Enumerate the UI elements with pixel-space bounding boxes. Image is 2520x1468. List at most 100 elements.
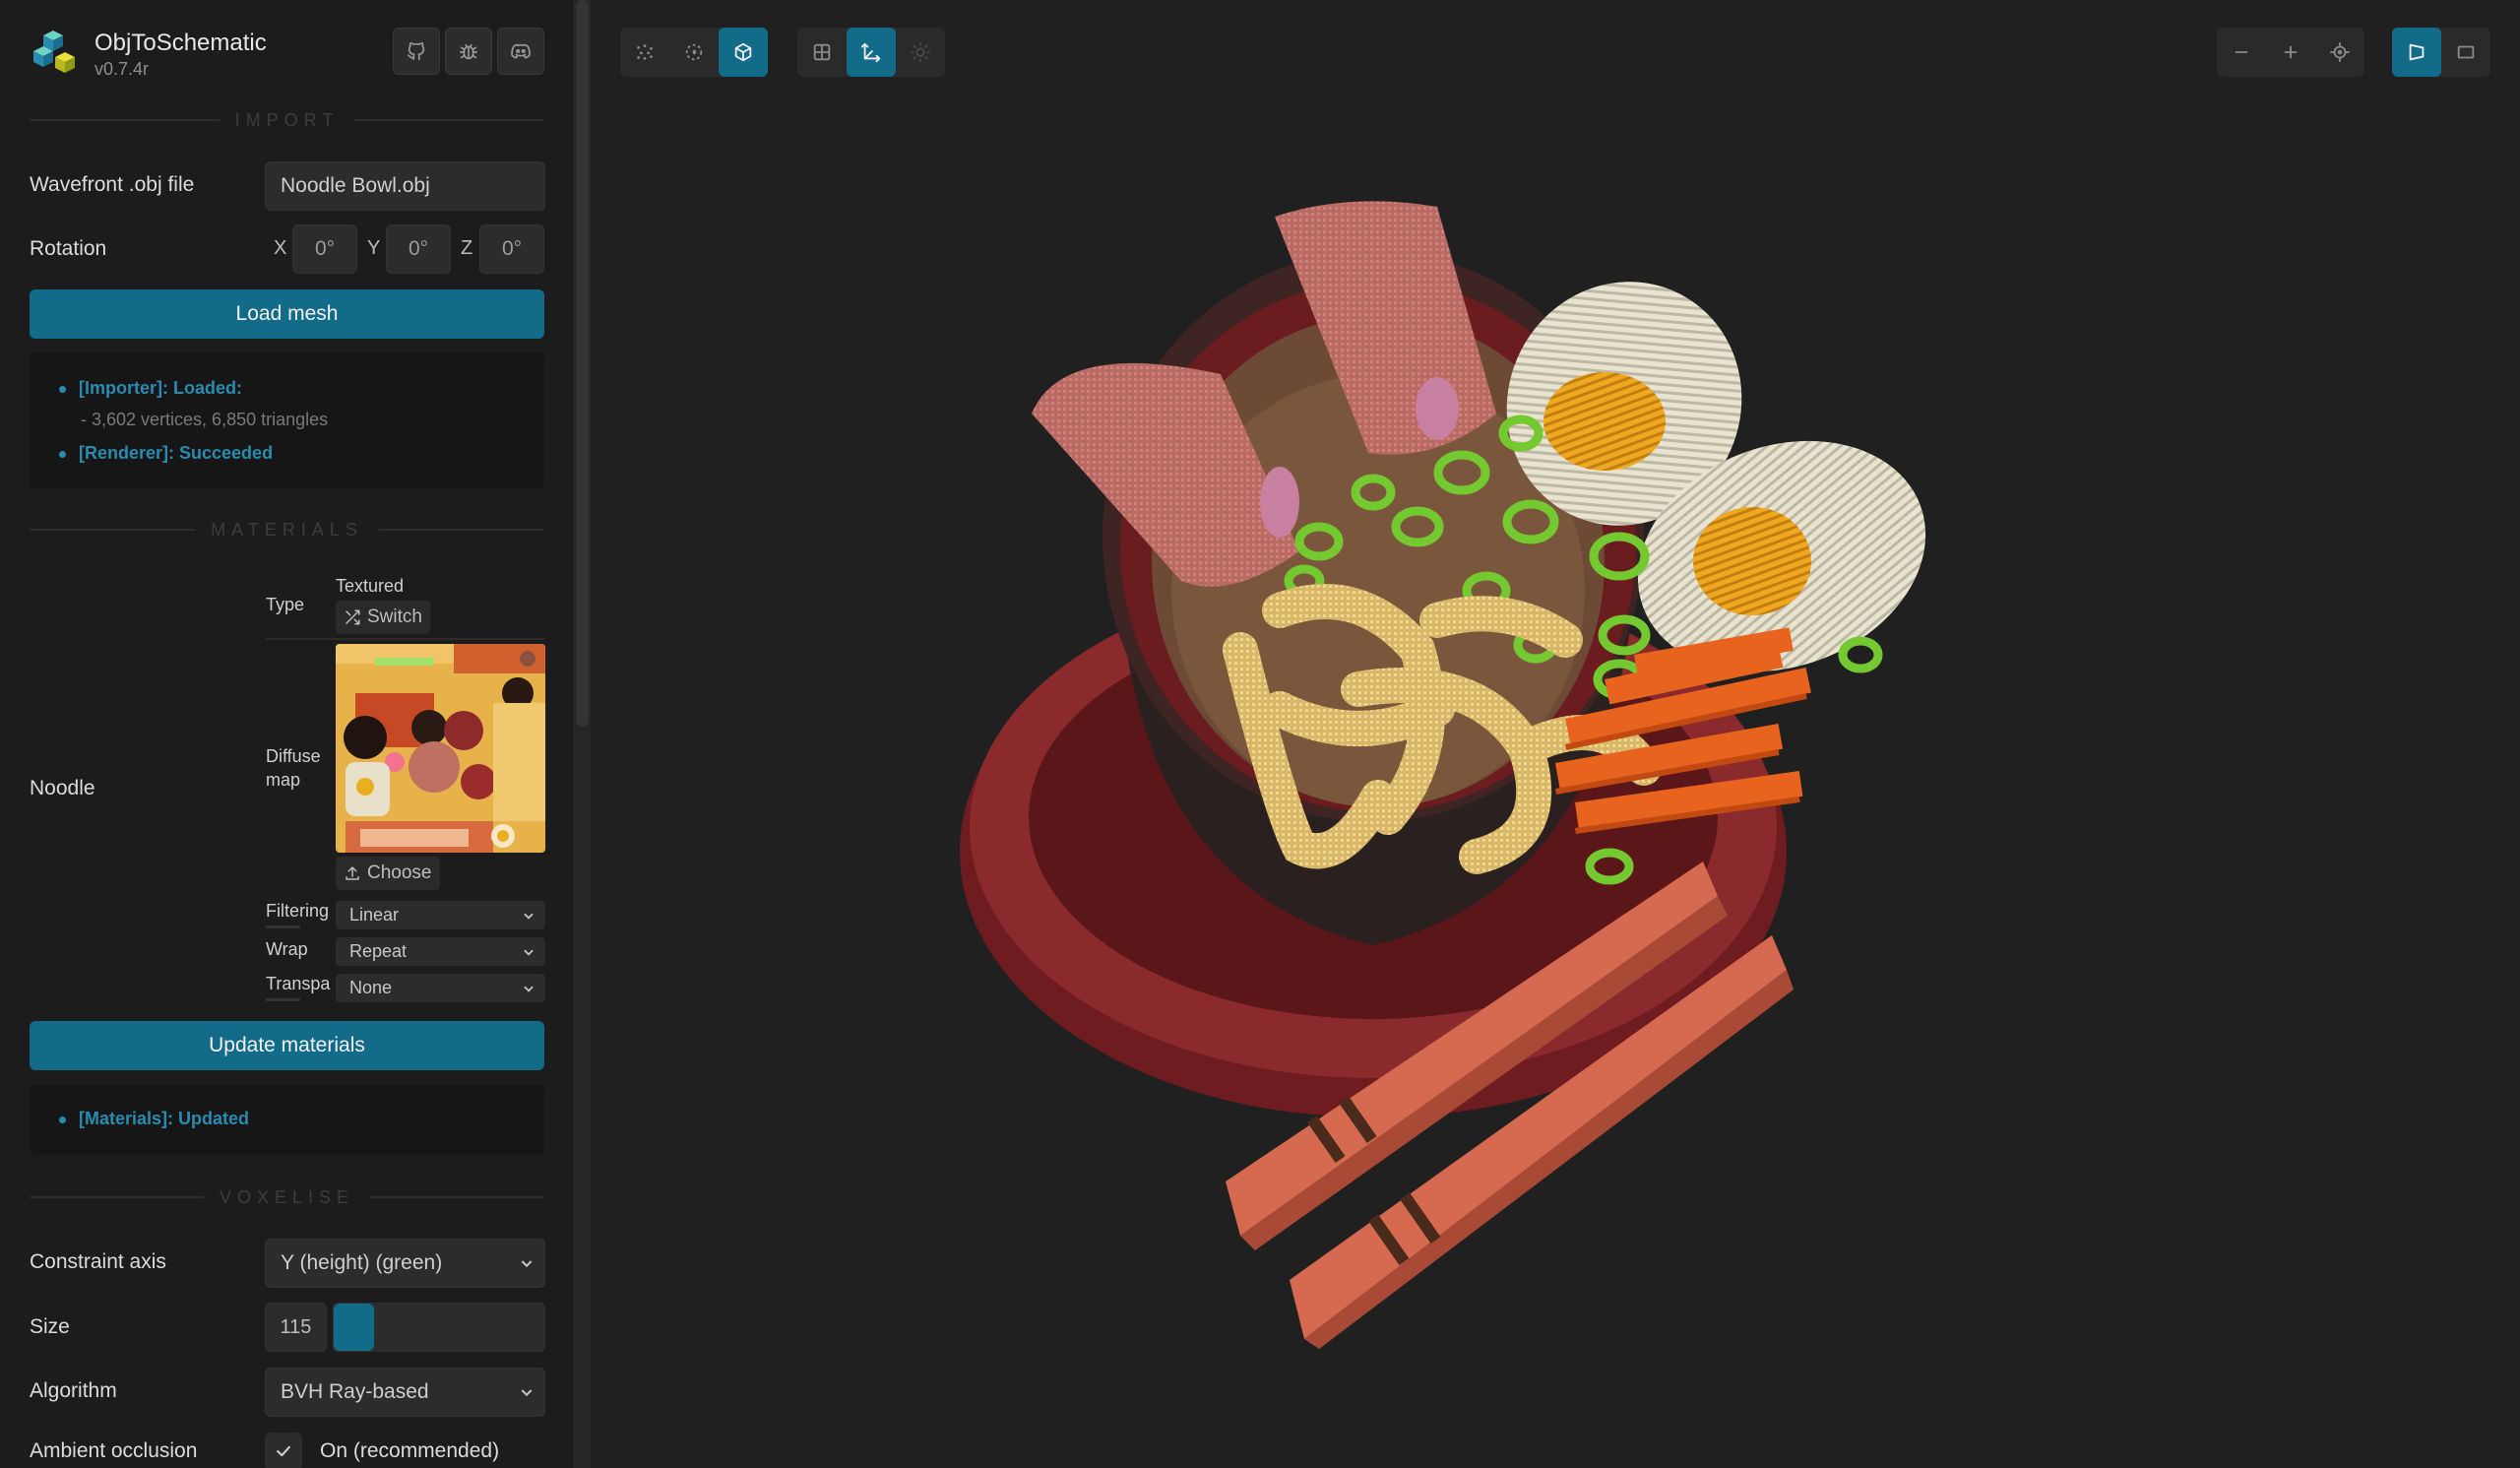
render-3d-button[interactable] (719, 28, 768, 77)
app-name: ObjToSchematic (94, 30, 267, 56)
ambient-occlusion-checkbox[interactable] (265, 1433, 302, 1468)
section-title-materials: MATERIALS (30, 520, 544, 540)
chevron-down-icon (521, 1260, 533, 1268)
axes-toggle-button[interactable] (847, 28, 896, 77)
point-cloud-icon (637, 44, 653, 60)
diffuse-texture-preview (336, 644, 545, 853)
perspective-icon (2409, 43, 2425, 61)
github-icon (407, 41, 425, 61)
update-materials-button[interactable]: Update materials (30, 1021, 544, 1070)
plus-icon (2284, 45, 2298, 59)
sidebar-scrollbar-thumb[interactable] (576, 0, 589, 727)
size-slider-fill (334, 1304, 374, 1351)
transparency-label: Transparency (266, 974, 331, 993)
algorithm-select[interactable]: BVH Ray-based (265, 1368, 545, 1417)
view-options-toolbar (797, 28, 945, 77)
diffuse-map-label-2: map (266, 770, 301, 790)
bug-report-button[interactable] (445, 28, 492, 75)
size-slider[interactable] (333, 1303, 545, 1352)
wrap-value: Repeat (349, 941, 408, 961)
transparency-select[interactable]: None (336, 974, 545, 1002)
obj-file-label: Wavefront .obj file (30, 173, 195, 196)
check-icon (277, 1445, 290, 1457)
chevron-down-icon (524, 986, 534, 992)
filtering-select[interactable]: Linear (336, 901, 545, 929)
render-mesh-button[interactable] (620, 28, 669, 77)
grid-icon (813, 43, 831, 61)
section-title-voxelise: VOXELISE (30, 1187, 545, 1207)
constraint-axis-select[interactable]: Y (height) (green) (265, 1239, 545, 1288)
rotation-y-input[interactable]: 0° (386, 224, 451, 274)
render-voxel-button[interactable] (669, 28, 719, 77)
section-title-import: IMPORT (30, 110, 545, 130)
3d-viewport[interactable] (591, 0, 2520, 1468)
voxel-noodle-bowl-render (960, 201, 1926, 1349)
grid-toggle-button[interactable] (797, 28, 847, 77)
minus-icon (2235, 51, 2248, 53)
app-version: v0.7.4r (94, 59, 150, 79)
import-log: [Importer]: Loaded: - 3,602 vertices, 6,… (30, 352, 544, 488)
size-label: Size (30, 1315, 70, 1338)
filtering-label: Filtering (266, 901, 330, 921)
filtering-value: Linear (349, 905, 400, 925)
divider (266, 925, 300, 928)
rotation-x-label: X (274, 237, 287, 259)
algorithm-value: BVH Ray-based (281, 1380, 429, 1403)
size-value-input[interactable]: 115 (265, 1303, 327, 1352)
upload-icon (346, 866, 359, 880)
renderer-log-line: [Renderer]: Succeeded (58, 443, 274, 463)
app-header: ObjToSchematic v0.7.4r (30, 26, 544, 81)
wrap-label: Wrap (266, 939, 308, 959)
rotation-x-input[interactable]: 0° (292, 224, 357, 274)
material-type-value: Textured (336, 576, 405, 596)
chevron-down-icon (524, 913, 534, 920)
discord-button[interactable] (497, 28, 544, 75)
constraint-axis-label: Constraint axis (30, 1250, 166, 1273)
shuffle-icon (346, 609, 360, 625)
rotation-z-input[interactable]: 0° (479, 224, 544, 274)
algorithm-label: Algorithm (30, 1379, 117, 1402)
constraint-axis-value: Y (height) (green) (281, 1251, 443, 1274)
github-button[interactable] (393, 28, 440, 75)
ambient-occlusion-label: Ambient occlusion (30, 1439, 198, 1462)
chevron-down-icon (524, 949, 534, 956)
switch-material-type-button[interactable]: Switch (336, 601, 430, 634)
render-mode-toolbar (620, 28, 768, 77)
rotation-label: Rotation (30, 237, 107, 260)
materials-log-line: [Materials]: Updated (58, 1109, 250, 1128)
reset-camera-button[interactable] (2315, 28, 2364, 77)
switch-label: Switch (367, 606, 422, 627)
lighting-toggle-button[interactable] (896, 28, 945, 77)
ambient-occlusion-value: On (recommended) (320, 1439, 500, 1462)
discord-icon (511, 43, 531, 59)
sun-icon (910, 41, 931, 63)
choose-label: Choose (367, 862, 432, 883)
materials-log: [Materials]: Updated (30, 1085, 544, 1155)
zoom-in-button[interactable] (2266, 28, 2315, 77)
chevron-down-icon (521, 1389, 533, 1397)
load-mesh-button[interactable]: Load mesh (30, 289, 544, 339)
material-type-label: Type (266, 595, 305, 614)
bug-icon (459, 43, 478, 60)
wrap-select[interactable]: Repeat (336, 937, 545, 966)
rotation-z-label: Z (461, 237, 473, 259)
camera-toolbar (2217, 28, 2364, 77)
perspective-button[interactable] (2392, 28, 2441, 77)
diffuse-map-label-1: Diffuse (266, 746, 321, 766)
divider (266, 638, 545, 640)
obj-file-input[interactable]: Noodle Bowl.obj (265, 161, 545, 211)
rotation-y-label: Y (367, 237, 381, 259)
crosshair-icon (2329, 41, 2351, 63)
choose-texture-button[interactable]: Choose (336, 857, 440, 890)
transparency-value: None (349, 978, 393, 997)
cube-icon (734, 42, 752, 62)
material-name: Noodle (30, 777, 95, 799)
app-logo-icon (33, 31, 75, 73)
sidebar: ObjToSchematic v0.7.4r IMPORT Wavefront … (0, 0, 573, 1468)
dotted-circle-icon (685, 43, 703, 61)
import-log-line: [Importer]: Loaded: (59, 378, 242, 398)
projection-toolbar (2392, 28, 2490, 77)
orthographic-button[interactable] (2441, 28, 2490, 77)
zoom-out-button[interactable] (2217, 28, 2266, 77)
axes-icon (860, 42, 881, 63)
